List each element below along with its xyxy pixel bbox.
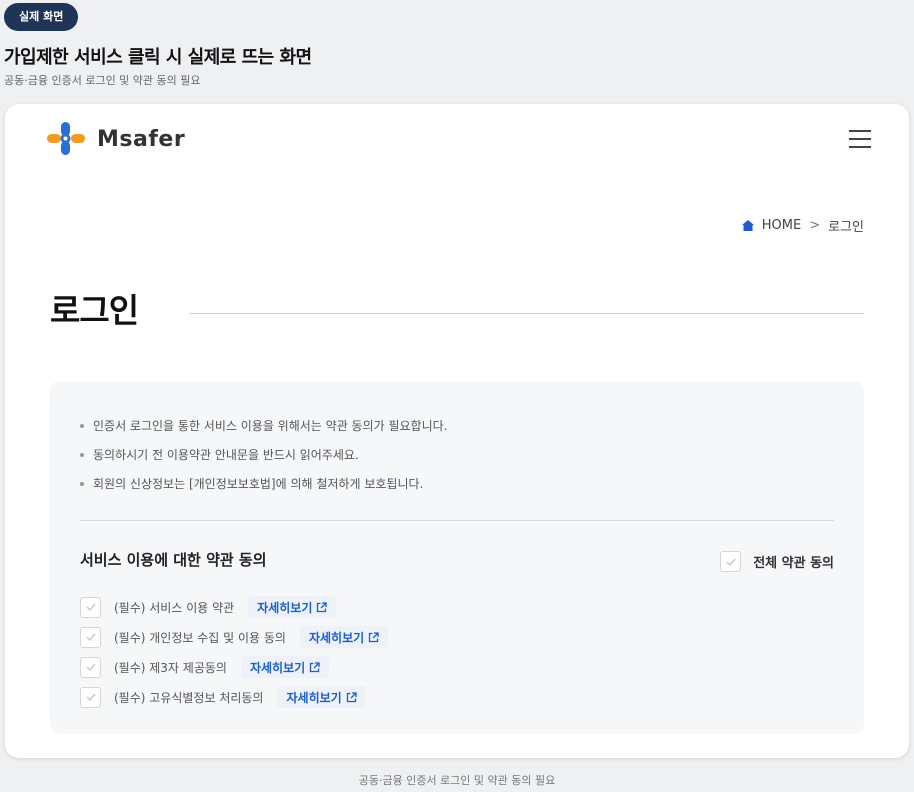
page-title: 로그인 bbox=[50, 291, 139, 330]
all-agree-checkbox[interactable] bbox=[720, 551, 742, 572]
term-row: (필수) 서비스 이용 약관 자세히보기 bbox=[80, 592, 388, 622]
home-icon[interactable] bbox=[741, 220, 754, 231]
breadcrumb-current: 로그인 bbox=[828, 220, 864, 235]
term-label: (필수) 개인정보 수집 및 이용 동의 bbox=[114, 630, 286, 645]
check-icon bbox=[86, 693, 96, 701]
term-detail-link[interactable]: 자세히보기 bbox=[299, 626, 389, 648]
logo[interactable]: Msafer bbox=[41, 120, 185, 158]
notice-item: 동의하시기 전 이용약관 안내문을 반드시 읽어주세요. bbox=[80, 440, 448, 469]
detail-label: 자세히보기 bbox=[257, 600, 313, 615]
notice-item: 인증서 로그인을 통한 서비스 이용을 위해서는 약관 동의가 필요합니다. bbox=[80, 411, 448, 440]
breadcrumb: HOME > 로그인 bbox=[741, 216, 864, 235]
check-icon bbox=[86, 633, 96, 641]
breadcrumb-separator: > bbox=[809, 218, 821, 233]
external-link-icon bbox=[346, 691, 357, 702]
caption-title: 가입제한 서비스 클릭 시 실제로 뜨는 화면 bbox=[4, 47, 312, 68]
logo-text: Msafer bbox=[97, 126, 186, 152]
detail-label: 자세히보기 bbox=[249, 660, 306, 675]
term-checkbox[interactable] bbox=[80, 626, 101, 648]
detail-label: 자세히보기 bbox=[286, 690, 342, 705]
all-agree-toggle[interactable]: 전체 약관 동의 bbox=[720, 551, 834, 572]
term-checkbox[interactable] bbox=[80, 596, 101, 618]
caption-subtitle: 공동·금융 인증서 로그인 및 약관 동의 필요 bbox=[4, 74, 201, 87]
hamburger-icon[interactable] bbox=[849, 130, 871, 148]
detail-label: 자세히보기 bbox=[308, 630, 365, 645]
term-row: (필수) 개인정보 수집 및 이용 동의 자세히보기 bbox=[80, 622, 389, 652]
check-icon bbox=[726, 558, 736, 566]
notice-item: 회원의 신상정보는 [개인정보보호법]에 의해 철저하게 보호됩니다. bbox=[80, 469, 448, 498]
agreement-section-title: 서비스 이용에 대한 약관 동의 bbox=[80, 551, 267, 569]
term-checkbox[interactable] bbox=[80, 656, 101, 678]
term-label: (필수) 제3자 제공동의 bbox=[114, 660, 227, 675]
term-row: (필수) 제3자 제공동의 자세히보기 bbox=[80, 652, 388, 682]
term-detail-link[interactable]: 자세히보기 bbox=[277, 686, 366, 708]
caption-badge: 실제 화면 bbox=[4, 3, 79, 31]
terms-list: (필수) 서비스 이용 약관 자세히보기 (필수) 개인정보 수집 및 이용 동… bbox=[80, 592, 389, 712]
external-link-icon bbox=[317, 601, 328, 612]
term-label: (필수) 서비스 이용 약관 bbox=[114, 600, 235, 615]
term-row: (필수) 고유식별정보 처리동의 자세히보기 bbox=[80, 682, 388, 712]
check-icon bbox=[86, 663, 96, 671]
external-link-icon bbox=[369, 631, 379, 642]
notice-list: 인증서 로그인을 통한 서비스 이용을 위해서는 약관 동의가 필요합니다. 동… bbox=[80, 411, 448, 498]
term-detail-link[interactable]: 자세히보기 bbox=[248, 596, 337, 618]
title-divider bbox=[190, 313, 864, 314]
screenshot-frame: Msafer HOME > 로그인 로그인 인증서 로그인을 통한 서비스 이용… bbox=[5, 104, 909, 758]
all-agree-label: 전체 약관 동의 bbox=[753, 556, 834, 571]
caption-footer: 공동·금융 인증서 로그인 및 약관 동의 필요 bbox=[358, 774, 556, 787]
breadcrumb-home[interactable]: HOME bbox=[762, 218, 801, 233]
term-checkbox[interactable] bbox=[80, 686, 101, 708]
panel-divider bbox=[80, 520, 834, 521]
msafer-logo-icon bbox=[47, 122, 85, 155]
check-icon bbox=[86, 603, 96, 611]
agreement-panel: 인증서 로그인을 통한 서비스 이용을 위해서는 약관 동의가 필요합니다. 동… bbox=[50, 381, 864, 734]
external-link-icon bbox=[310, 661, 320, 672]
term-label: (필수) 고유식별정보 처리동의 bbox=[114, 690, 264, 705]
term-detail-link[interactable]: 자세히보기 bbox=[240, 656, 330, 678]
